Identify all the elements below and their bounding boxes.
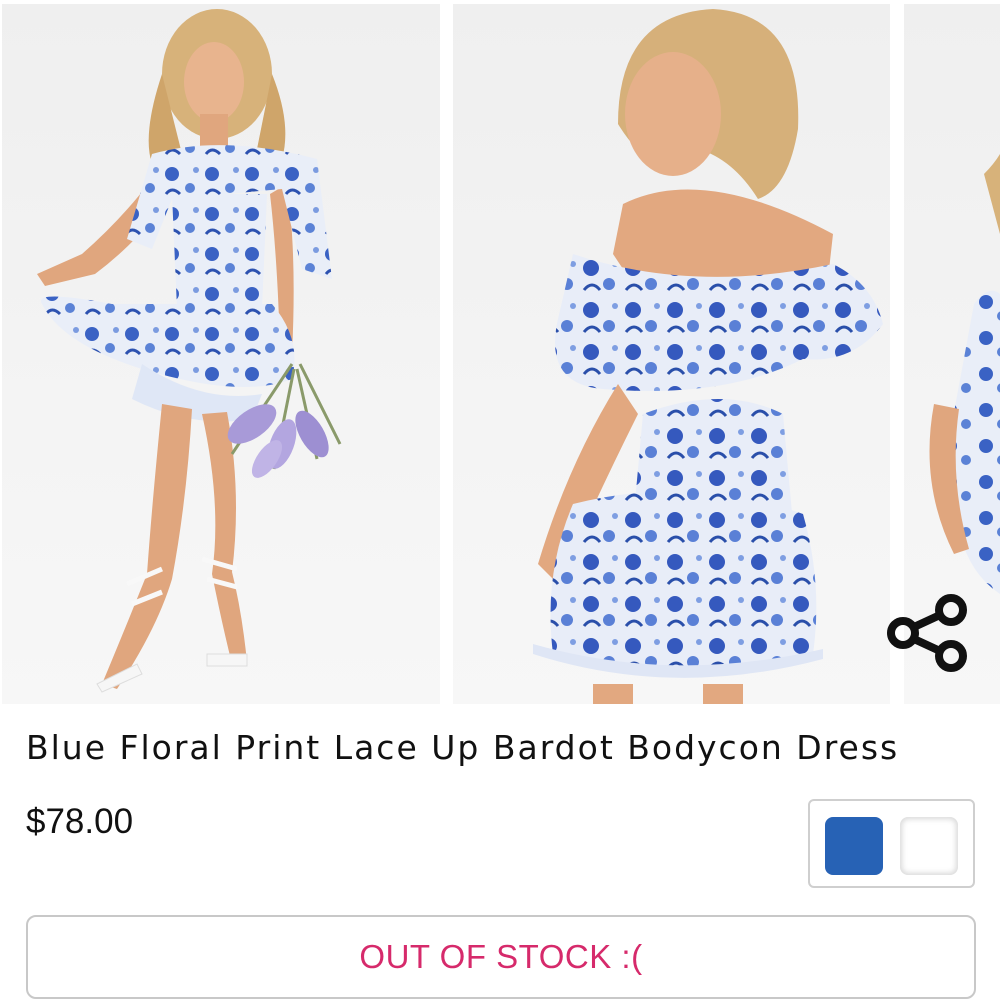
product-title: Blue Floral Print Lace Up Bardot Bodycon… xyxy=(26,728,900,767)
image-carousel[interactable] xyxy=(0,0,1000,706)
color-swatch-group xyxy=(808,799,975,888)
product-image-back[interactable] xyxy=(453,4,890,704)
share-icon xyxy=(887,594,967,672)
swatch-white[interactable] xyxy=(900,817,958,875)
model-front-illustration xyxy=(37,9,342,693)
out-of-stock-button[interactable]: OUT OF STOCK :( xyxy=(26,915,976,999)
share-button[interactable] xyxy=(884,590,970,676)
product-image-front[interactable] xyxy=(2,4,440,704)
product-page: Blue Floral Print Lace Up Bardot Bodycon… xyxy=(0,0,1000,1000)
model-back-illustration xyxy=(533,9,883,704)
product-price: $78.00 xyxy=(26,802,134,841)
swatch-blue[interactable] xyxy=(825,817,883,875)
